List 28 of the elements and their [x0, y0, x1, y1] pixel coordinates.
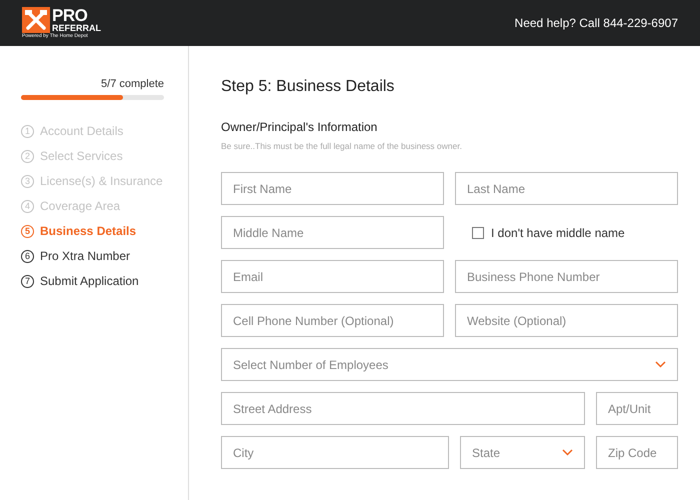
checkbox-label[interactable]: I don't have middle name [491, 226, 625, 240]
hint-text: Be sure..This must be the full legal name of the business owner. [221, 141, 463, 151]
dropdown[interactable]: Select Number of Employees [221, 348, 678, 381]
step-title: Step 5: Business Details [221, 78, 396, 96]
progress-label: 5/7 complete [101, 78, 164, 90]
tools-icon [22, 6, 50, 32]
input-field[interactable]: Cell Phone Number (Optional) [221, 304, 444, 337]
input-field[interactable]: Email [221, 260, 444, 293]
chevron-down-icon [562, 449, 573, 456]
step-item[interactable]: 7 Submit Application [21, 274, 139, 288]
input-field[interactable]: Apt/Unit [596, 392, 678, 425]
input-field[interactable]: Zip Code [596, 436, 678, 469]
logo-text: REFERRAL [52, 24, 101, 32]
input-field[interactable]: First Name [221, 172, 444, 205]
checkbox[interactable] [472, 226, 484, 238]
logo-text: PRO [52, 6, 88, 24]
dropdown[interactable]: State [460, 436, 585, 469]
input-field[interactable]: City [221, 436, 449, 469]
chevron-down-icon [655, 361, 666, 368]
input-field[interactable]: Middle Name [221, 216, 444, 249]
input-field[interactable]: Street Address [221, 392, 585, 425]
input-field[interactable]: Website (Optional) [455, 304, 678, 337]
input-field[interactable]: Business Phone Number [455, 260, 678, 293]
input-field[interactable]: Last Name [455, 172, 678, 205]
step-item[interactable]: 6 Pro Xtra Number [21, 249, 130, 263]
help-phone-text: Need help? Call 844-229-6907 [514, 16, 678, 30]
section-heading: Owner/Principal's Information [221, 120, 378, 134]
step-item[interactable]: 5 Business Details [21, 224, 136, 238]
